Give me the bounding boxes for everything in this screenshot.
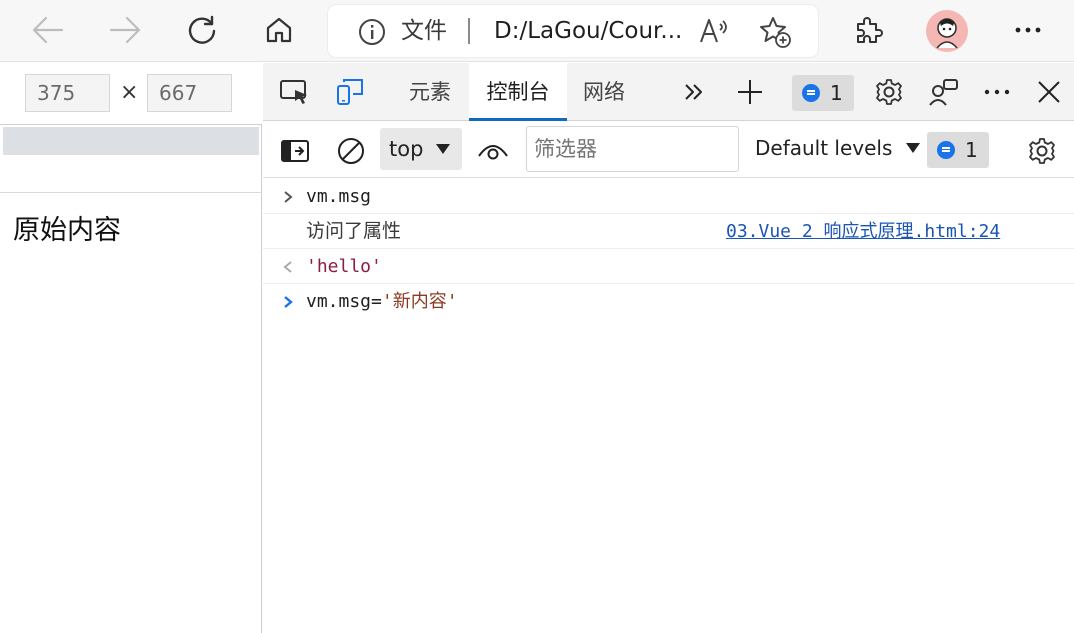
settings-button[interactable] (872, 77, 906, 107)
url-text[interactable]: D:/LaGou/Cour... (494, 17, 684, 45)
more-tabs-button[interactable] (677, 77, 711, 107)
console-log-text: 访问了属性 (306, 220, 402, 242)
console-input-row: vm.msg (263, 179, 1074, 214)
tab-console[interactable]: 控制台 (469, 63, 567, 121)
message-icon (937, 141, 955, 159)
gear-icon (876, 79, 902, 105)
close-icon (1038, 81, 1060, 103)
clear-icon (338, 138, 364, 164)
console-log-row: 访问了属性 03.Vue 2 响应式原理.html:24 (263, 214, 1074, 249)
chevron-left-icon (283, 260, 292, 273)
console-settings-button[interactable] (1025, 136, 1059, 166)
refresh-button[interactable] (180, 8, 224, 52)
sidebar-icon (281, 140, 309, 162)
clear-console-button[interactable] (334, 136, 368, 166)
console-source-link[interactable]: 03.Vue 2 响应式原理.html:24 (726, 214, 1000, 249)
back-icon (32, 16, 64, 44)
console-prompt-row[interactable]: vm.msg='新内容' (263, 284, 1074, 319)
chevron-right-icon (284, 190, 293, 203)
sidebar-toggle-button[interactable] (278, 136, 312, 166)
person-feedback-icon (929, 79, 958, 106)
devtools-panel: 元素 控制台 网络 1 top 筛选器 Default levels 1 vm.… (263, 63, 1074, 633)
extensions-icon (857, 17, 883, 43)
log-levels-label: Default levels (755, 136, 893, 160)
home-icon (266, 17, 292, 43)
console-result-text: 'hello' (306, 256, 382, 277)
issues-count: 1 (830, 81, 843, 105)
profile-avatar[interactable] (926, 10, 968, 52)
console-prompt-code[interactable]: vm.msg='新内容' (306, 284, 458, 319)
context-select[interactable]: top (380, 128, 462, 170)
tab-elements[interactable]: 元素 (397, 63, 463, 121)
extensions-button[interactable] (846, 8, 890, 52)
prompt-string-text: '新内容' (381, 291, 458, 312)
back-button[interactable] (26, 8, 70, 52)
more-icon (1015, 27, 1041, 33)
device-emulation-icon (337, 79, 363, 105)
console-result-row: 'hello' (263, 249, 1074, 284)
inspect-button[interactable] (278, 77, 312, 107)
address-file-label: 文件 (401, 18, 447, 44)
page-text: 原始内容 (13, 215, 121, 246)
address-bar[interactable]: 文件 D:/LaGou/Cour... (328, 5, 818, 57)
add-tool-button[interactable] (733, 77, 767, 107)
device-toggle-button[interactable] (333, 77, 367, 107)
divider (0, 124, 262, 125)
avatar-icon (936, 18, 958, 49)
forward-button[interactable] (103, 8, 147, 52)
plus-icon (738, 80, 762, 104)
gear-icon (1029, 138, 1055, 164)
live-expression-button[interactable] (476, 136, 510, 166)
media-query-bar[interactable] (3, 127, 259, 155)
chevron-double-right-icon (685, 84, 702, 100)
eye-icon (478, 145, 508, 160)
more-button[interactable] (1006, 8, 1050, 52)
log-levels-select[interactable]: Default levels (755, 136, 921, 160)
console-input-text: vm.msg (306, 186, 372, 207)
chevron-down-icon (906, 143, 921, 153)
info-icon[interactable] (358, 18, 386, 46)
customize-button[interactable] (927, 77, 961, 107)
inspect-icon (280, 80, 307, 104)
dimension-times: × (120, 80, 139, 105)
devtools-tab-bar: 元素 控制台 网络 1 (263, 63, 1074, 121)
viewport-width-input[interactable] (25, 74, 110, 112)
browser-toolbar: 文件 D:/LaGou/Cour... (0, 0, 1074, 62)
device-preview: × 原始内容 (0, 63, 262, 633)
home-button[interactable] (257, 8, 301, 52)
read-aloud-icon[interactable] (698, 15, 732, 47)
prompt-chevron-icon (284, 295, 293, 308)
toolbar-issues-count: 1 (965, 138, 978, 162)
ruler-divider (0, 192, 262, 193)
prompt-code-text: vm.msg= (306, 291, 382, 312)
viewport-height-input[interactable] (147, 74, 232, 112)
chevron-down-icon (436, 144, 450, 154)
console-filter-input[interactable] (526, 126, 739, 172)
tab-network[interactable]: 网络 (571, 63, 637, 121)
add-favorite-icon[interactable] (758, 15, 792, 49)
address-separator (468, 18, 470, 44)
console-toolbar: top Default levels 1 (263, 122, 1074, 178)
issues-badge[interactable]: 1 (792, 75, 854, 111)
refresh-icon (188, 15, 216, 44)
more-icon (984, 89, 1010, 95)
toolbar-issues-badge[interactable]: 1 (927, 132, 989, 168)
message-icon (802, 84, 820, 102)
context-value: top (389, 137, 424, 161)
close-devtools-button[interactable] (1032, 77, 1066, 107)
forward-icon (109, 16, 141, 44)
console-output: vm.msg 访问了属性 03.Vue 2 响应式原理.html:24 'hel… (263, 179, 1074, 319)
devtools-more-button[interactable] (980, 77, 1014, 107)
dimensions-bar: × (0, 63, 262, 124)
